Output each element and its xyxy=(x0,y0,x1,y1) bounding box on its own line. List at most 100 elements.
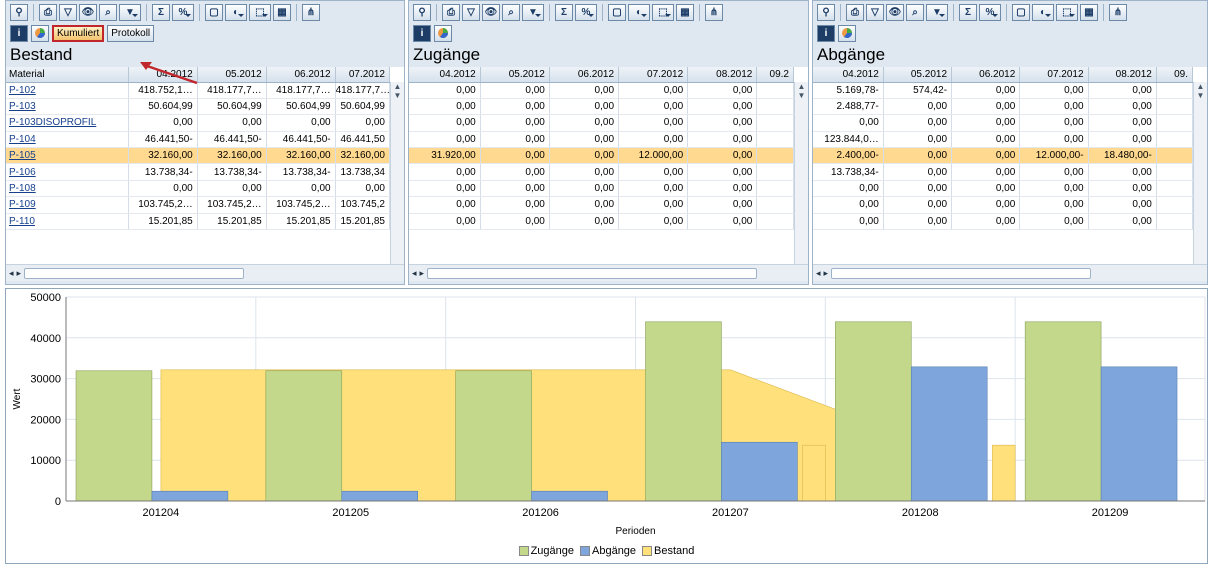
toolbar-button-2[interactable]: ▽ xyxy=(59,3,77,21)
toolbar-button-10[interactable]: ⬚ xyxy=(652,3,674,21)
table-row[interactable]: P-103DISOPROFIL 0,00 0,00 0,00 0,00 xyxy=(6,114,391,132)
table-row[interactable]: P-104 46.441,50- 46.441,50- 46.441,50- 46.44… xyxy=(6,131,391,149)
toolbar-button-4[interactable]: ⌕ xyxy=(906,3,924,21)
info-icon[interactable]: i xyxy=(413,24,431,42)
info-icon[interactable]: i xyxy=(817,24,835,42)
toolbar-button-10[interactable]: ⬚ xyxy=(249,3,271,21)
material-link[interactable]: P-103 xyxy=(6,98,129,116)
table-row[interactable]: 0,00 0,00 0,00 0,00 0,00 xyxy=(409,180,794,198)
column-header[interactable]: 04.2012 xyxy=(409,67,481,83)
material-link[interactable]: P-106 xyxy=(6,163,129,181)
material-link[interactable]: P-103DISOPROFIL xyxy=(6,114,129,132)
table-row[interactable]: 0,00 0,00 0,00 0,00 0,00 xyxy=(813,180,1194,198)
table-row[interactable]: 2.400,00- 0,00 0,00 12.000,00- 18.480,00- xyxy=(813,147,1194,165)
horizontal-scrollbar[interactable]: ◂ ▸ xyxy=(6,264,404,281)
table-row[interactable]: P-103 50.604,99 50.604,99 50.604,99 50.604,9… xyxy=(6,98,391,116)
column-header[interactable]: 09. xyxy=(1156,67,1194,83)
table-row[interactable]: 0,00 0,00 0,00 0,00 0,00 xyxy=(409,131,794,149)
column-header[interactable]: 04.2012 xyxy=(813,67,884,83)
table-row[interactable]: P-108 0,00 0,00 0,00 0,00 xyxy=(6,180,391,198)
table-row[interactable]: 0,00 0,00 0,00 0,00 0,00 xyxy=(813,114,1194,132)
toolbar-button-7[interactable]: % xyxy=(172,3,194,21)
toolbar-button-6[interactable]: Σ xyxy=(959,3,977,21)
toolbar-button-0[interactable]: ⚲ xyxy=(413,3,431,21)
column-header[interactable]: 06.2012 xyxy=(951,67,1021,83)
scroll-right-icon[interactable]: ▸ xyxy=(17,268,22,279)
protokoll-button[interactable]: Protokoll xyxy=(107,24,155,42)
toolbar-button-5[interactable]: ▼ xyxy=(119,3,141,21)
scroll-left-icon[interactable]: ◂ xyxy=(9,268,14,279)
scroll-thumb[interactable] xyxy=(831,267,1092,279)
table-row[interactable]: P-102 418.752,1… 418.177,7… 418.177,7… 418.1… xyxy=(6,82,391,99)
table-row[interactable]: 5.169,78- 574,42- 0,00 0,00 0,00 xyxy=(813,82,1194,99)
toolbar-button-0[interactable]: ⚲ xyxy=(10,3,28,21)
toolbar-button-6[interactable]: Σ xyxy=(555,3,573,21)
toolbar-button-8[interactable]: ▢ xyxy=(1012,3,1030,21)
column-header[interactable]: Material xyxy=(6,67,129,83)
toolbar-button-2[interactable]: ▽ xyxy=(462,3,480,21)
table-row[interactable]: 0,00 0,00 0,00 0,00 0,00 xyxy=(409,114,794,132)
info-icon[interactable]: i xyxy=(10,24,28,42)
column-header[interactable]: 04.2012 xyxy=(128,67,198,83)
toolbar-button-9[interactable]: ◐ xyxy=(225,3,247,21)
table-row[interactable]: P-105 32.160,00 32.160,00 32.160,00 32.160,0… xyxy=(6,147,391,165)
table-row[interactable]: 123.844,0… 0,00 0,00 0,00 0,00 xyxy=(813,131,1194,149)
table-row[interactable]: 0,00 0,00 0,00 0,00 0,00 xyxy=(409,213,794,231)
column-header[interactable]: 07.2012 xyxy=(1019,67,1089,83)
column-header[interactable]: 05.2012 xyxy=(197,67,267,83)
scroll-thumb[interactable] xyxy=(24,267,245,279)
column-header[interactable]: 05.2012 xyxy=(480,67,550,83)
material-link[interactable]: P-110 xyxy=(6,213,129,231)
toolbar-button-9[interactable]: ◐ xyxy=(1032,3,1054,21)
chart-icon[interactable] xyxy=(31,24,49,42)
toolbar-button-2[interactable]: ▽ xyxy=(866,3,884,21)
toolbar-button-3[interactable]: 👁 xyxy=(886,3,904,21)
chart-icon[interactable] xyxy=(838,24,856,42)
vertical-scrollbar[interactable]: ▲ ▼ xyxy=(1193,82,1207,264)
column-header[interactable]: 08.2012 xyxy=(1088,67,1157,83)
column-header[interactable]: 07.2012 xyxy=(618,67,689,83)
toolbar-button-3[interactable]: 👁 xyxy=(79,3,97,21)
toolbar-button-9[interactable]: ◐ xyxy=(628,3,650,21)
table-row[interactable]: 31.920,00 0,00 0,00 12.000,00 0,00 xyxy=(409,147,794,165)
toolbar-button-1[interactable]: ⎙ xyxy=(442,3,460,21)
table-row[interactable]: 0,00 0,00 0,00 0,00 0,00 xyxy=(409,98,794,116)
scroll-right-icon[interactable]: ▸ xyxy=(420,268,425,279)
column-header[interactable]: 07.2012 xyxy=(335,67,391,83)
horizontal-scrollbar[interactable]: ◂ ▸ xyxy=(813,264,1207,281)
material-link[interactable]: P-102 xyxy=(6,82,129,99)
toolbar-button-4[interactable]: ⌕ xyxy=(502,3,520,21)
column-header[interactable]: 06.2012 xyxy=(266,67,336,83)
vertical-scrollbar[interactable]: ▲ ▼ xyxy=(390,82,404,264)
toolbar-button-6[interactable]: Σ xyxy=(152,3,170,21)
table-row[interactable]: 0,00 0,00 0,00 0,00 0,00 xyxy=(409,196,794,214)
material-link[interactable]: P-104 xyxy=(6,131,129,149)
vertical-scrollbar[interactable]: ▲ ▼ xyxy=(794,82,808,264)
material-link[interactable]: P-105 xyxy=(6,147,129,165)
scroll-left-icon[interactable]: ◂ xyxy=(816,268,821,279)
table-row[interactable]: P-110 15.201,85 15.201,85 15.201,85 15.201,8… xyxy=(6,213,391,231)
scroll-thumb[interactable] xyxy=(427,267,758,279)
table-row[interactable]: 0,00 0,00 0,00 0,00 0,00 xyxy=(409,82,794,99)
material-link[interactable]: P-109 xyxy=(6,196,129,214)
toolbar-button-12[interactable]: ⋔ xyxy=(302,3,320,21)
kumuliert-button[interactable]: Kumuliert xyxy=(52,24,105,42)
material-link[interactable]: P-108 xyxy=(6,180,129,198)
table-row[interactable]: P-106 13.738,34- 13.738,34- 13.738,34- 13.73… xyxy=(6,163,391,181)
scroll-left-icon[interactable]: ◂ xyxy=(412,268,417,279)
table-row[interactable]: P-109 103.745,2… 103.745,2… 103.745,2… 103.7… xyxy=(6,196,391,214)
column-header[interactable]: 06.2012 xyxy=(549,67,620,83)
toolbar-button-5[interactable]: ▼ xyxy=(926,3,948,21)
table-row[interactable]: 2.488,77- 0,00 0,00 0,00 0,00 xyxy=(813,98,1194,116)
toolbar-button-8[interactable]: ▢ xyxy=(608,3,626,21)
toolbar-button-12[interactable]: ⋔ xyxy=(1109,3,1127,21)
toolbar-button-0[interactable]: ⚲ xyxy=(817,3,835,21)
toolbar-button-5[interactable]: ▼ xyxy=(522,3,544,21)
toolbar-button-3[interactable]: 👁 xyxy=(482,3,500,21)
toolbar-button-10[interactable]: ⬚ xyxy=(1056,3,1078,21)
toolbar-button-7[interactable]: % xyxy=(575,3,597,21)
toolbar-button-7[interactable]: % xyxy=(979,3,1001,21)
toolbar-button-1[interactable]: ⎙ xyxy=(39,3,57,21)
chart-icon[interactable] xyxy=(434,24,452,42)
column-header[interactable]: 09.2 xyxy=(756,67,794,83)
